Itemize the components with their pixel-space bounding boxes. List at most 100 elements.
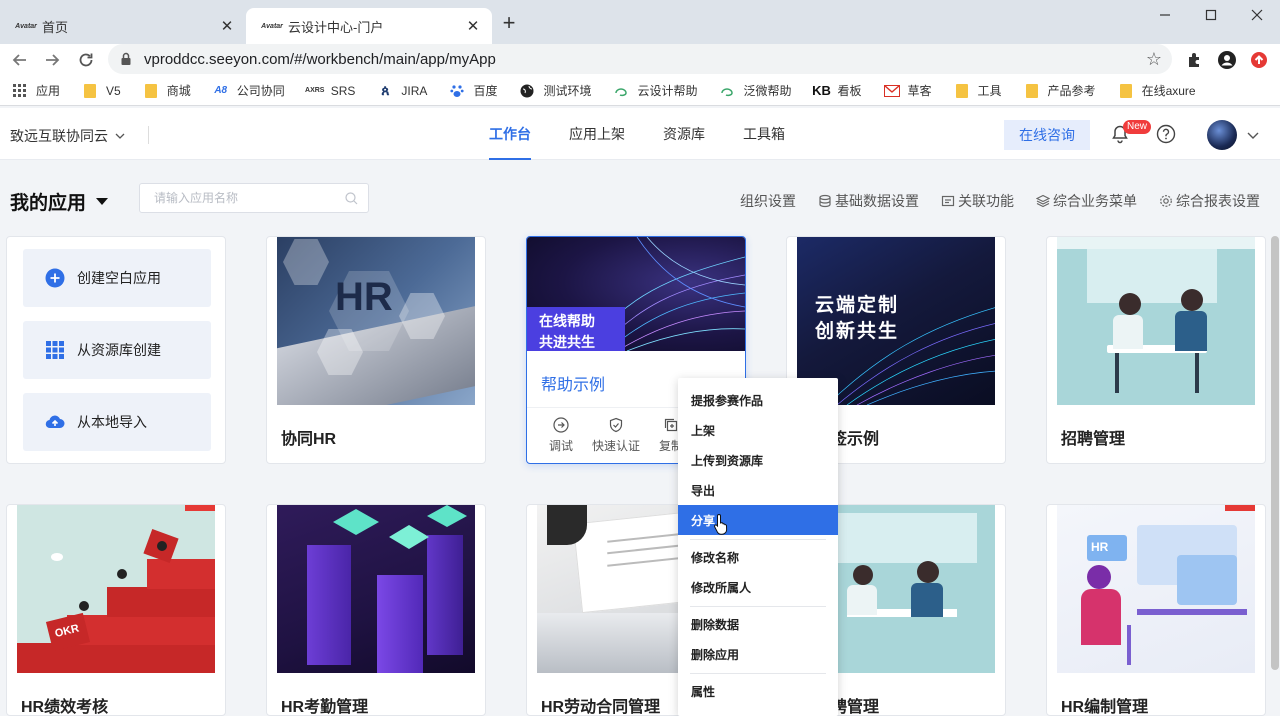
- app-search-input[interactable]: [154, 191, 345, 205]
- maximize-icon: [1205, 9, 1217, 21]
- bookmark-v5[interactable]: V5: [82, 83, 121, 99]
- app-card-recruitment[interactable]: 招聘管理: [1046, 236, 1266, 464]
- menu-item-export[interactable]: 导出: [678, 475, 838, 505]
- help-icon[interactable]: [1156, 124, 1176, 144]
- org-name: 致远互联协同云: [10, 128, 108, 144]
- bookmark-apps[interactable]: 应用: [12, 82, 60, 99]
- minimize-window-button[interactable]: [1142, 0, 1188, 30]
- hr-badge-text: HR: [1087, 535, 1127, 561]
- bookmark-tools[interactable]: 工具: [954, 82, 1002, 99]
- bookmark-srs[interactable]: AXRS SRS: [305, 83, 356, 99]
- scrollbar-thumb[interactable]: [1271, 236, 1279, 670]
- folder-icon: [954, 83, 970, 99]
- chevron-down-icon[interactable]: [1246, 128, 1260, 142]
- app-card-performance[interactable]: OKR HR绩效考核: [6, 504, 226, 716]
- profile-icon[interactable]: [1216, 49, 1238, 71]
- grid-icon: [46, 341, 64, 359]
- tool-label: 快速认证: [591, 439, 640, 453]
- avatar-favicon-icon: Avatar: [15, 22, 37, 30]
- create-blank-app-button[interactable]: 创建空白应用: [23, 249, 211, 307]
- hand-pointer-icon: [714, 513, 728, 535]
- banner-line: 在线帮助: [539, 313, 595, 329]
- basic-data-settings-link[interactable]: 基础数据设置: [818, 191, 919, 211]
- reload-icon: [79, 53, 93, 67]
- bookmark-company[interactable]: A8 公司协同: [213, 82, 284, 99]
- nav-app-listing[interactable]: 应用上架: [550, 108, 644, 160]
- quick-verify-button[interactable]: 快速认证: [587, 408, 645, 463]
- menu-item-submit-entry[interactable]: 提报参赛作品: [678, 385, 838, 415]
- close-tab-icon[interactable]: ✕: [464, 17, 482, 35]
- create-from-library-button[interactable]: 从资源库创建: [23, 321, 211, 379]
- bookmark-label: SRS: [330, 83, 356, 98]
- import-local-button[interactable]: 从本地导入: [23, 393, 211, 451]
- reload-button[interactable]: [74, 48, 98, 72]
- tab-title: 首页: [42, 19, 69, 35]
- report-settings-link[interactable]: 综合报表设置: [1159, 191, 1260, 211]
- bookmark-jira[interactable]: ጰ JIRA: [377, 82, 428, 99]
- action-label: 组织设置: [740, 193, 796, 209]
- banner-line: 共进共生: [539, 334, 595, 350]
- app-name: 帮助示例: [541, 377, 606, 394]
- nav-resource-library[interactable]: 资源库: [644, 108, 724, 160]
- close-window-button[interactable]: [1234, 0, 1280, 30]
- bookmark-test-env[interactable]: 测试环境: [519, 82, 591, 99]
- arrow-up-circle-icon: [1251, 52, 1267, 68]
- menu-item-delete-data[interactable]: 删除数据: [678, 609, 838, 639]
- bookmark-product-ref[interactable]: 产品参考: [1024, 82, 1096, 99]
- bookmark-kanban[interactable]: KB 看板: [812, 82, 861, 99]
- menu-item-label: 分享: [691, 513, 716, 528]
- bookmark-online-axure[interactable]: 在线axure: [1118, 82, 1196, 99]
- copy-icon: [664, 418, 678, 432]
- menu-item-change-owner[interactable]: 修改所属人: [678, 572, 838, 602]
- action-label: 关联功能: [958, 193, 1014, 209]
- related-functions-link[interactable]: 关联功能: [941, 191, 1014, 211]
- debug-button[interactable]: 调试: [535, 408, 587, 463]
- extensions-icon[interactable]: [1184, 49, 1206, 71]
- bookmark-label: JIRA: [401, 83, 428, 98]
- close-tab-icon[interactable]: ✕: [218, 17, 236, 35]
- new-tab-button[interactable]: +: [497, 12, 521, 36]
- my-apps-title[interactable]: 我的应用: [10, 188, 109, 215]
- browser-tab-portal[interactable]: Avatar 云设计中心-门户 ✕: [246, 8, 492, 44]
- bookmark-cloud-help[interactable]: 云设计帮助: [613, 82, 697, 99]
- bookmark-draft[interactable]: 草客: [883, 82, 932, 99]
- menu-divider: [690, 539, 826, 540]
- nav-workbench[interactable]: 工作台: [470, 108, 550, 160]
- action-label: 综合报表设置: [1176, 193, 1260, 209]
- org-switcher[interactable]: 致远互联协同云: [10, 126, 126, 146]
- bookmark-star-icon[interactable]: ☆: [1144, 49, 1164, 69]
- back-button[interactable]: [8, 48, 32, 72]
- arrow-right-circle-icon: [553, 417, 569, 433]
- online-consult-button[interactable]: 在线咨询: [1004, 120, 1090, 150]
- app-header: 致远互联协同云 工作台 应用上架 资源库 工具箱 在线咨询 New: [0, 108, 1280, 160]
- bookmark-baidu[interactable]: 百度: [449, 82, 497, 99]
- app-thumbnail: HR: [1057, 505, 1255, 673]
- help-banner: 在线帮助 共进共生: [527, 307, 625, 351]
- browser-tab-home[interactable]: Avatar 首页 ✕: [0, 8, 246, 44]
- menu-item-rename[interactable]: 修改名称: [678, 542, 838, 572]
- menu-item-properties[interactable]: 属性: [678, 676, 838, 706]
- bookmark-fanwei-help[interactable]: 泛微帮助: [719, 82, 792, 99]
- user-avatar[interactable]: [1207, 120, 1237, 150]
- banner-line: 创新共生: [815, 321, 900, 342]
- business-menu-link[interactable]: 综合业务菜单: [1036, 191, 1137, 211]
- app-thumbnail: 在线帮助 共进共生: [527, 237, 745, 351]
- maximize-window-button[interactable]: [1188, 0, 1234, 30]
- org-settings-link[interactable]: 组织设置: [740, 191, 796, 211]
- shield-check-icon: [609, 417, 623, 433]
- search-icon[interactable]: [345, 191, 358, 205]
- address-bar[interactable]: vproddcc.seeyon.com/#/workbench/main/app…: [108, 44, 1172, 74]
- app-name: 签示例: [831, 431, 880, 448]
- menu-item-publish[interactable]: 上架: [678, 415, 838, 445]
- folder-icon: [82, 83, 98, 99]
- update-icon[interactable]: [1248, 49, 1270, 71]
- menu-item-delete-app[interactable]: 删除应用: [678, 639, 838, 669]
- app-card-attendance[interactable]: HR考勤管理: [266, 504, 486, 716]
- app-card-staffing[interactable]: HR HR编制管理: [1046, 504, 1266, 716]
- app-card-collab-hr[interactable]: HR 协同HR: [266, 236, 486, 464]
- nav-toolbox[interactable]: 工具箱: [724, 108, 804, 160]
- menu-item-share[interactable]: 分享: [678, 505, 838, 535]
- forward-button[interactable]: [40, 48, 64, 72]
- menu-item-upload-library[interactable]: 上传到资源库: [678, 445, 838, 475]
- bookmark-mall[interactable]: 商城: [143, 82, 191, 99]
